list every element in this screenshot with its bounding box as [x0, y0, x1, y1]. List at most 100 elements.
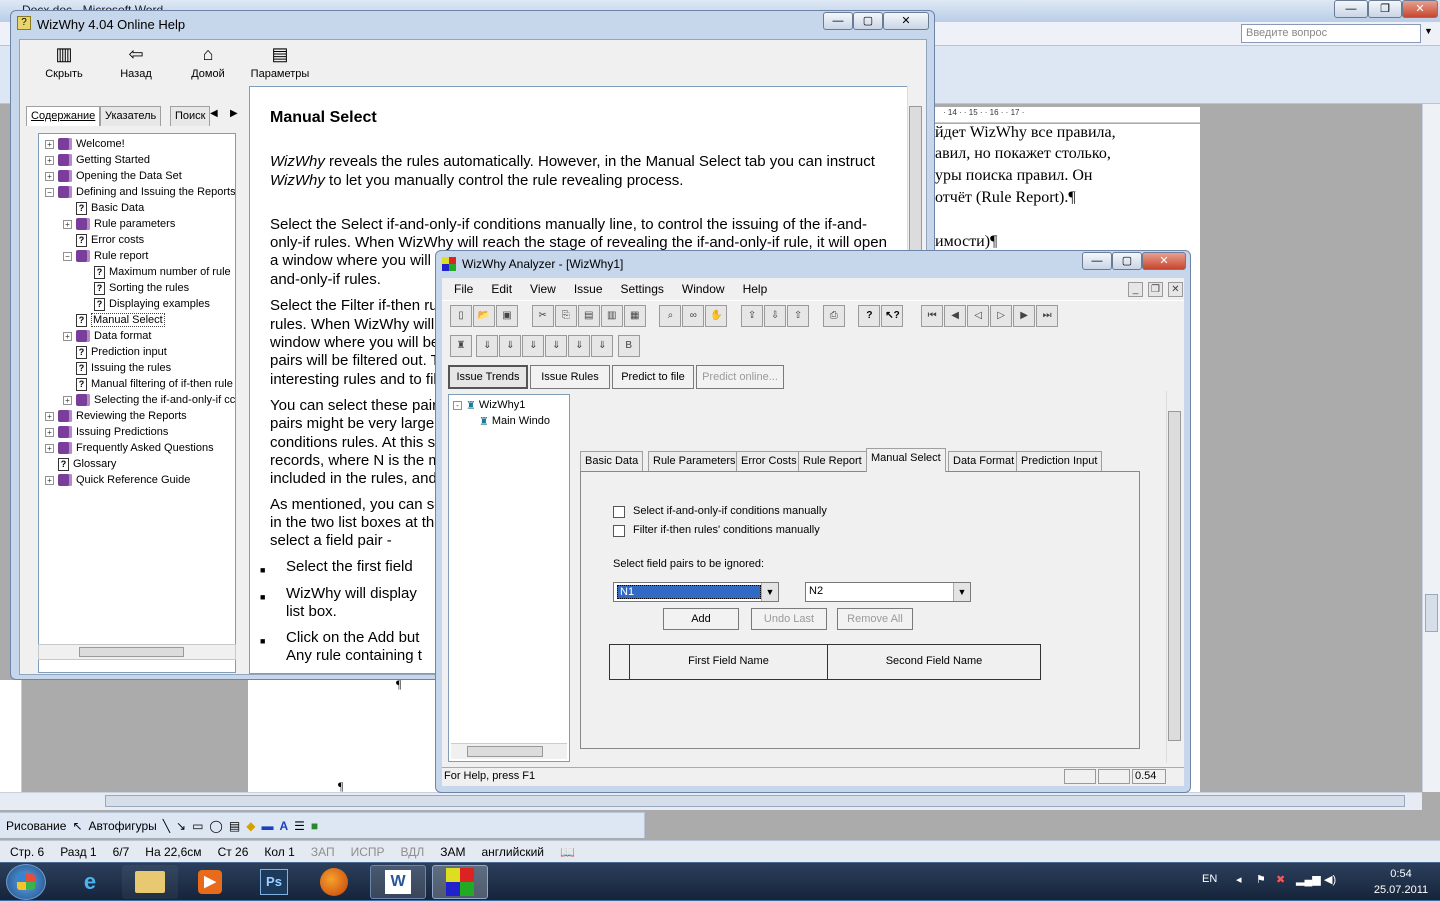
- textbox-icon[interactable]: ▤: [229, 819, 240, 833]
- tree-hscroll-thumb[interactable]: [79, 647, 184, 657]
- scroll-thumb[interactable]: [1425, 594, 1438, 632]
- start-button[interactable]: [6, 864, 46, 900]
- autoshapes-menu[interactable]: Автофигуры: [89, 819, 157, 833]
- prev-record-icon[interactable]: ◁: [967, 305, 990, 327]
- collapse-icon[interactable]: −: [63, 251, 72, 261]
- tab-contents[interactable]: Содержание: [26, 106, 101, 126]
- issue-rules-button[interactable]: Issue Rules: [530, 365, 610, 389]
- find-icon[interactable]: ⌕: [659, 305, 682, 327]
- issue-down-icon[interactable]: ⇓: [568, 335, 591, 357]
- action-center-icon[interactable]: ⚑: [1256, 873, 1266, 886]
- tree-item[interactable]: ? Error costs: [63, 232, 144, 248]
- tree-item[interactable]: + Welcome!: [45, 136, 125, 152]
- menu-settings[interactable]: Settings: [621, 282, 664, 296]
- predict-online-button[interactable]: Predict online...: [696, 365, 784, 389]
- first-field-combo[interactable]: N1 ▼: [613, 582, 779, 602]
- wizwhy-taskbar-icon[interactable]: [432, 865, 488, 899]
- tree-main-window[interactable]: ♜ Main Windo: [479, 413, 550, 429]
- status-trk[interactable]: ИСПР: [351, 845, 385, 859]
- tree-item[interactable]: + Getting Started: [45, 152, 150, 168]
- expand-icon[interactable]: +: [45, 139, 54, 149]
- analyzer-vscroll[interactable]: [1166, 391, 1182, 763]
- hscroll-thumb[interactable]: [105, 795, 1405, 807]
- photoshop-icon[interactable]: Ps: [246, 865, 302, 899]
- menu-window[interactable]: Window: [682, 282, 725, 296]
- prev-page-icon[interactable]: ◀: [944, 305, 967, 327]
- expand-icon[interactable]: +: [45, 427, 54, 437]
- iff-manual-checkbox[interactable]: [613, 506, 625, 518]
- clock-date[interactable]: 25.07.2011: [1366, 884, 1436, 896]
- help-minimize-button[interactable]: —: [823, 12, 853, 30]
- tray-arrow-icon[interactable]: ◂: [1236, 873, 1242, 886]
- tree-item[interactable]: ? Manual filtering of if-then rule: [63, 376, 233, 392]
- options-button[interactable]: ▤ Параметры: [244, 44, 316, 92]
- status-ovr[interactable]: ЗАМ: [440, 845, 465, 859]
- shadow-icon[interactable]: ■: [311, 819, 318, 833]
- analyzer-minimize-button[interactable]: —: [1082, 252, 1112, 270]
- clock-time[interactable]: 0:54: [1376, 868, 1426, 880]
- first-record-icon[interactable]: ⏮: [921, 305, 944, 327]
- tab-scroll-right-icon[interactable]: ▶: [230, 108, 238, 119]
- issue-down-icon[interactable]: ⇓: [476, 335, 499, 357]
- print-icon[interactable]: ⎙: [822, 305, 845, 327]
- tab-scroll-left-icon[interactable]: ◀: [210, 108, 218, 119]
- tree-item[interactable]: + Issuing Predictions: [45, 424, 168, 440]
- status-rec[interactable]: ЗАП: [311, 845, 335, 859]
- tree-item[interactable]: + Quick Reference Guide: [45, 472, 190, 488]
- tree-item[interactable]: − Defining and Issuing the Reports: [45, 184, 235, 200]
- grid-icon[interactable]: ▦: [623, 305, 646, 327]
- tree-item[interactable]: ? Displaying examples: [81, 296, 210, 312]
- status-ext[interactable]: ВДЛ: [401, 845, 425, 859]
- menu-view[interactable]: View: [530, 282, 556, 296]
- ie-icon[interactable]: e: [62, 865, 118, 899]
- import-icon[interactable]: ⇪: [741, 305, 764, 327]
- expand-icon[interactable]: +: [45, 411, 54, 421]
- remove-all-button[interactable]: Remove All: [837, 608, 913, 630]
- save-icon[interactable]: ▣: [496, 305, 518, 327]
- tree-item[interactable]: + Data format: [63, 328, 151, 344]
- tab-prediction-input[interactable]: Prediction Input: [1016, 451, 1103, 471]
- tab-basic-data[interactable]: Basic Data: [580, 451, 644, 471]
- tab-rule-report[interactable]: Rule Report: [798, 451, 867, 471]
- tree-hscroll[interactable]: [38, 644, 236, 660]
- oval-icon[interactable]: ◯: [209, 819, 222, 833]
- pointer-icon[interactable]: ↖: [72, 819, 82, 833]
- tree-item[interactable]: + Reviewing the Reports: [45, 408, 187, 424]
- mdi-minimize-button[interactable]: _: [1128, 282, 1143, 297]
- help-close-button[interactable]: ✕: [883, 12, 929, 30]
- b-button[interactable]: B: [617, 335, 640, 357]
- menu-issue[interactable]: Issue: [574, 282, 603, 296]
- new-file-icon[interactable]: ▯: [450, 305, 472, 327]
- issue-trends-button[interactable]: Issue Trends: [448, 365, 528, 389]
- ask-question-input[interactable]: Введите вопрос: [1241, 24, 1421, 43]
- expand-icon[interactable]: +: [63, 219, 72, 229]
- arrow-icon[interactable]: ↘: [176, 819, 186, 833]
- issue-down-icon[interactable]: ⇓: [591, 335, 614, 357]
- help-maximize-button[interactable]: ▢: [853, 12, 883, 30]
- last-record-icon[interactable]: ⏭: [1036, 305, 1059, 327]
- cut-icon[interactable]: ✂: [531, 305, 554, 327]
- expand-icon[interactable]: +: [45, 475, 54, 485]
- fill-color-icon[interactable]: ◆: [246, 819, 255, 833]
- expand-icon[interactable]: +: [45, 155, 54, 165]
- expand-icon[interactable]: +: [45, 443, 54, 453]
- rectangle-icon[interactable]: ▭: [192, 819, 203, 833]
- line-style-icon[interactable]: ☰: [294, 819, 305, 833]
- tree-item[interactable]: + Frequently Asked Questions: [45, 440, 214, 456]
- next-record-icon[interactable]: ▷: [990, 305, 1013, 327]
- tab-search[interactable]: Поиск: [170, 106, 211, 126]
- tree-item[interactable]: + Opening the Data Set: [45, 168, 182, 184]
- font-color-icon[interactable]: A: [279, 819, 288, 833]
- col-first-field[interactable]: First Field Name: [630, 645, 828, 679]
- tree-item[interactable]: ? Maximum number of rule: [81, 264, 231, 280]
- analyzer-close-button[interactable]: ✕: [1142, 252, 1186, 270]
- hide-button[interactable]: ▥ Скрыть: [28, 44, 100, 92]
- copy-icon[interactable]: ⎘: [554, 305, 577, 327]
- signal-icon[interactable]: ▂▄▆: [1296, 873, 1321, 886]
- tree-item[interactable]: ? Glossary: [45, 456, 116, 472]
- second-field-combo[interactable]: N2 ▼: [805, 582, 971, 602]
- tab-manual-select[interactable]: Manual Select: [866, 448, 946, 472]
- chevron-down-icon[interactable]: ▼: [953, 583, 970, 601]
- issue-down-icon[interactable]: ⇓: [499, 335, 522, 357]
- line-color-icon[interactable]: ▬: [261, 819, 273, 833]
